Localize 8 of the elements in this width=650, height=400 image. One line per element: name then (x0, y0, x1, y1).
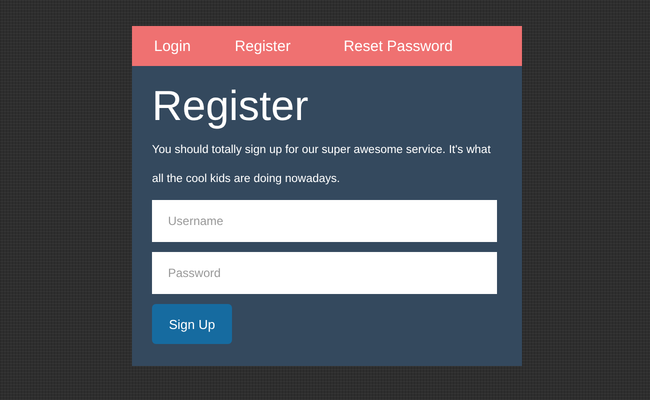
description-text: You should totally sign up for our super awesome service. It's what all the cool kids are doing nowadays. (152, 143, 492, 187)
nav-tab[interactable]: Register (234, 38, 291, 54)
input-field[interactable]: Username (152, 200, 497, 242)
input-field[interactable]: Password (152, 252, 497, 294)
nav-tab[interactable]: Reset Password (344, 38, 453, 54)
page-heading: Register (152, 81, 310, 131)
nav-tab[interactable]: Login (154, 38, 191, 54)
sign-up-button[interactable]: Sign Up (152, 304, 232, 344)
